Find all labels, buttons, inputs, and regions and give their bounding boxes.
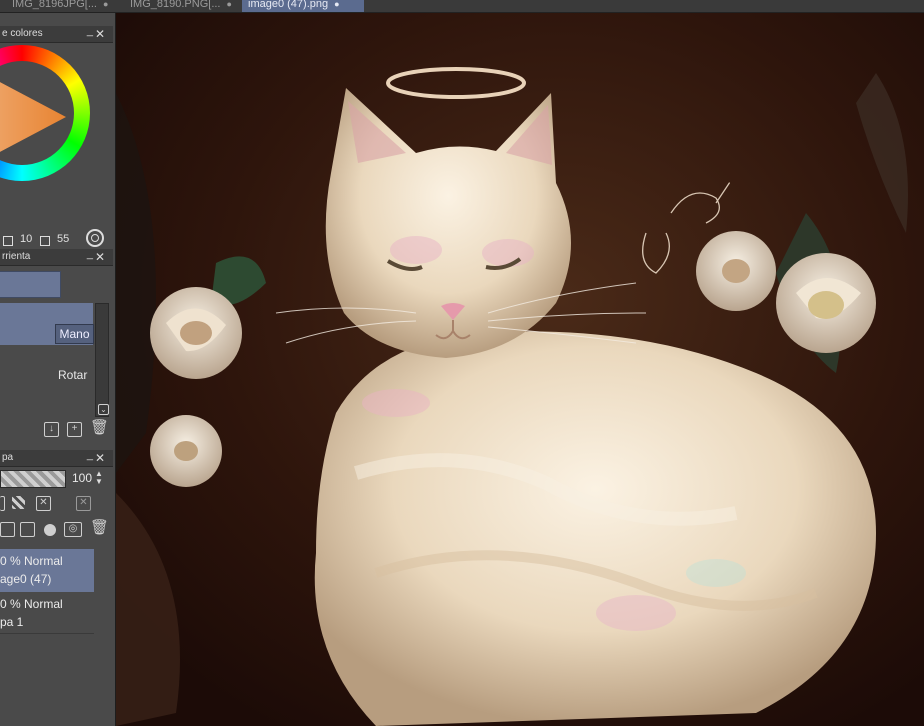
layer-mode: 0 % Normal <box>0 554 63 568</box>
mask-off-icon[interactable]: ✕ <box>76 496 91 511</box>
download-icon[interactable]: ↓ <box>44 422 59 437</box>
trash-icon[interactable]: 🗑 <box>90 420 109 435</box>
new-layer-icon[interactable] <box>0 522 15 537</box>
layer-row-selected[interactable]: 0 % Normal age0 (47) <box>0 549 94 592</box>
panel-header: pa _ ✕ <box>0 447 113 467</box>
panel-header: rrienta _ ✕ <box>0 246 113 266</box>
layer-name: pa 1 <box>0 615 24 629</box>
close-icon[interactable]: ✕ <box>95 450 105 466</box>
opacity-stepper[interactable]: ▲ ▼ <box>95 470 103 486</box>
layer-row[interactable]: 0 % Normal pa 1 <box>0 593 94 634</box>
chevron-down-icon[interactable]: ⌄ <box>98 404 109 415</box>
close-icon[interactable]: ● <box>226 0 231 9</box>
record-icon[interactable] <box>44 524 56 536</box>
panel-title: rrienta <box>2 251 31 262</box>
camera-icon[interactable]: ◎ <box>64 522 82 537</box>
close-icon[interactable]: ● <box>103 0 108 9</box>
close-icon[interactable]: ✕ <box>95 249 105 265</box>
panel-header: e colores _ ✕ <box>0 23 113 43</box>
mask-icon[interactable]: ✕ <box>36 496 51 511</box>
layer-icon[interactable] <box>0 496 5 511</box>
close-icon[interactable]: ● <box>334 0 339 9</box>
scrollbar[interactable] <box>95 303 109 417</box>
document-tab[interactable]: IMG_8196JPG[... ● <box>6 0 114 12</box>
document-tab-label: IMG_8196JPG[... <box>12 0 97 10</box>
color-mode-icon[interactable] <box>86 229 104 247</box>
minimize-icon[interactable]: _ <box>87 23 93 39</box>
opacity-value: 100 <box>72 471 93 485</box>
square-icon <box>3 236 13 246</box>
drawing-canvas[interactable] <box>116 13 924 726</box>
document-tab-label: image0 (47).png <box>248 0 329 10</box>
left-dock: e colores _ ✕ 10 55 rrienta _ ✕ Mano Rot… <box>0 13 116 726</box>
color-value: 55 <box>57 233 70 245</box>
layer-name: age0 (47) <box>0 572 52 586</box>
minimize-icon[interactable]: _ <box>87 246 93 262</box>
tool-item-rotar[interactable]: Rotar <box>58 368 87 382</box>
color-value: 10 <box>20 233 33 245</box>
navigator-field[interactable] <box>0 271 61 298</box>
close-icon[interactable]: ✕ <box>95 26 105 42</box>
minimize-icon[interactable]: _ <box>87 447 93 463</box>
panel-title: pa <box>2 452 14 463</box>
panel-title: e colores <box>2 28 43 39</box>
square-icon <box>40 236 50 246</box>
artwork <box>116 13 924 726</box>
document-tab[interactable]: IMG_8190.PNG[... ● <box>124 0 238 12</box>
checker-icon[interactable] <box>12 496 25 509</box>
document-tab-active[interactable]: image0 (47).png ● <box>242 0 364 12</box>
trash-icon[interactable]: 🗑 <box>90 520 109 535</box>
tool-item-mano[interactable]: Mano <box>55 324 94 344</box>
opacity-slider[interactable] <box>0 470 66 488</box>
document-tab-bar: IMG_8196JPG[... ● IMG_8190.PNG[... ● image… <box>0 0 924 13</box>
document-tab-label: IMG_8190.PNG[... <box>130 0 221 10</box>
layer-mode: 0 % Normal <box>0 597 63 611</box>
add-icon[interactable]: + <box>67 422 82 437</box>
copy-layer-icon[interactable] <box>20 522 35 537</box>
